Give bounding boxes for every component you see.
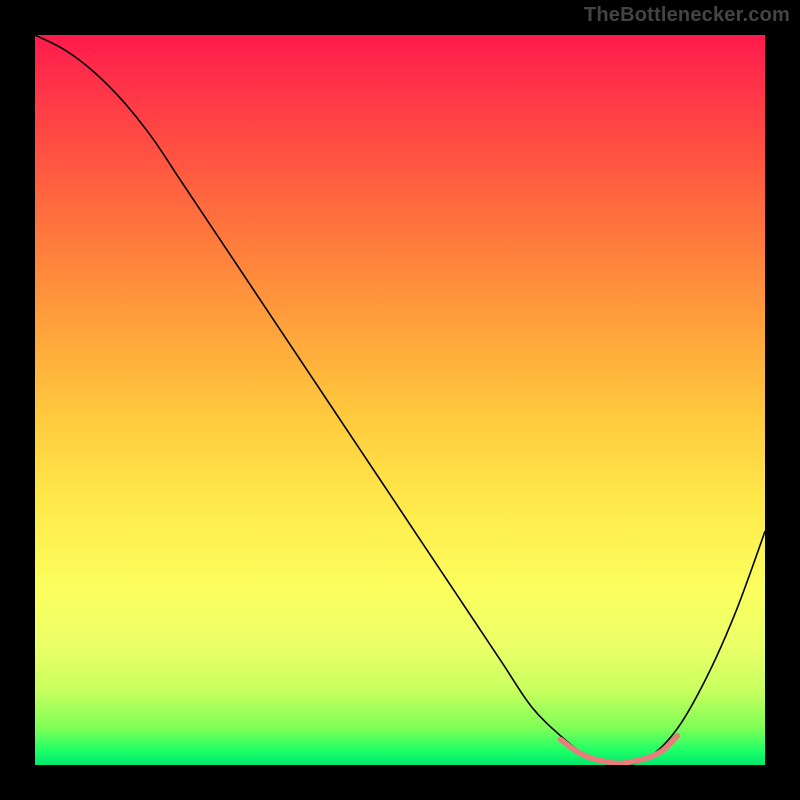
watermark-text: TheBottlenecker.com (584, 4, 790, 27)
bottleneck-curve (35, 35, 765, 765)
plot-area (35, 35, 765, 765)
chart-svg (35, 35, 765, 765)
chart-frame: TheBottlenecker.com (0, 0, 800, 800)
optimal-range-highlight (561, 736, 678, 764)
